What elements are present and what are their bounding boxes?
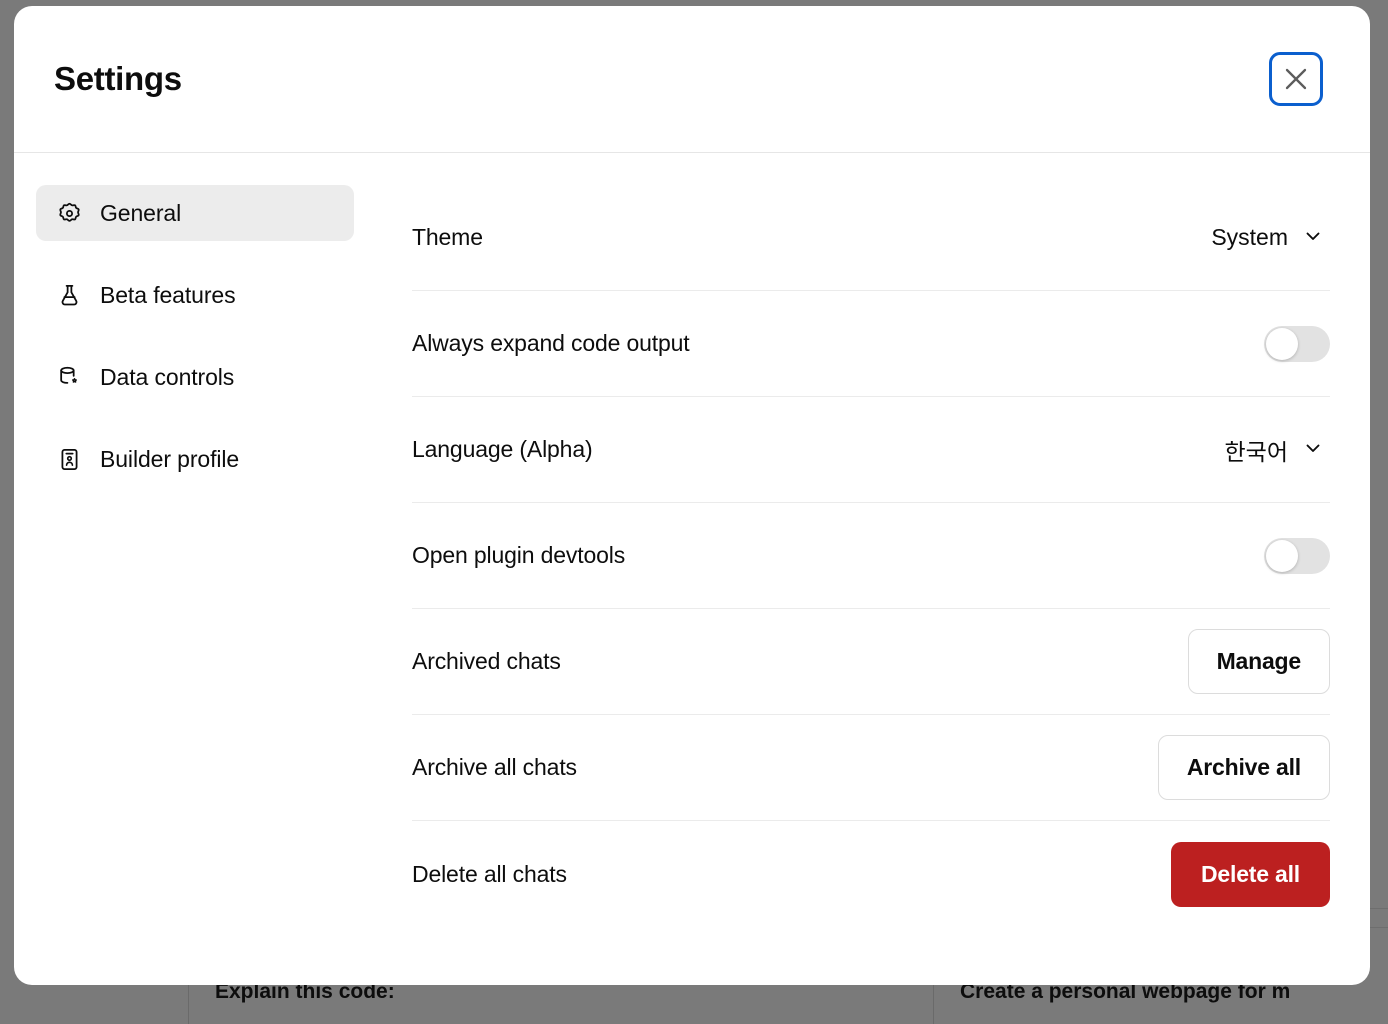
sidebar-item-builder-profile[interactable]: Builder profile	[36, 431, 354, 487]
close-icon	[1283, 66, 1309, 92]
setting-row-delete-all-chats: Delete all chats Delete all	[412, 821, 1330, 927]
sidebar-item-data-controls[interactable]: Data controls	[36, 349, 354, 405]
setting-label: Delete all chats	[412, 860, 567, 887]
language-dropdown[interactable]: 한국어	[1219, 429, 1330, 471]
theme-dropdown-value: System	[1211, 224, 1288, 250]
sidebar-item-beta-features[interactable]: Beta features	[36, 267, 354, 323]
setting-label: Archived chats	[412, 648, 561, 674]
settings-dialog: Settings General Beta features Data cont…	[14, 6, 1370, 985]
id-card-icon	[56, 446, 82, 472]
close-button[interactable]	[1269, 52, 1323, 106]
setting-label: Language (Alpha)	[412, 436, 593, 462]
setting-row-theme: Theme System	[412, 185, 1330, 291]
toggle-knob	[1266, 539, 1298, 572]
sidebar-item-general[interactable]: General	[36, 185, 354, 241]
chevron-down-icon	[1302, 437, 1324, 462]
setting-label: Open plugin devtools	[412, 542, 626, 568]
sidebar-item-label: Builder profile	[100, 445, 240, 472]
sidebar-item-label: Beta features	[100, 281, 236, 308]
setting-row-open-plugin-devtools: Open plugin devtools	[412, 503, 1330, 609]
page-title: Settings	[54, 60, 182, 97]
sidebar-item-label: Data controls	[100, 363, 235, 390]
setting-row-always-expand-code-output: Always expand code output	[412, 291, 1330, 397]
settings-panel: Theme System Always expand code output L…	[374, 185, 1370, 985]
toggle-knob	[1266, 327, 1298, 360]
setting-row-archived-chats: Archived chats Manage	[412, 609, 1330, 715]
flask-icon	[56, 282, 82, 308]
delete-all-button[interactable]: Delete all	[1171, 841, 1330, 907]
language-dropdown-value: 한국어	[1224, 438, 1288, 465]
dialog-body: General Beta features Data controls Buil…	[14, 153, 1370, 985]
setting-label: Archive all chats	[412, 754, 577, 780]
archive-all-button[interactable]: Archive all	[1157, 735, 1330, 800]
setting-label: Always expand code output	[412, 330, 690, 356]
chevron-down-icon	[1302, 225, 1324, 250]
theme-dropdown[interactable]: System	[1205, 220, 1330, 255]
setting-label: Theme	[412, 224, 483, 250]
database-gear-icon	[56, 364, 82, 390]
gear-icon	[56, 200, 82, 226]
dialog-header: Settings	[14, 6, 1370, 153]
setting-row-archive-all-chats: Archive all chats Archive all	[412, 715, 1330, 821]
always-expand-code-output-toggle[interactable]	[1264, 325, 1330, 362]
manage-archived-chats-button[interactable]: Manage	[1187, 629, 1330, 694]
open-plugin-devtools-toggle[interactable]	[1264, 537, 1330, 574]
sidebar-item-label: General	[100, 199, 182, 226]
setting-row-language: Language (Alpha) 한국어	[412, 397, 1330, 503]
settings-sidebar: General Beta features Data controls Buil…	[14, 185, 374, 985]
